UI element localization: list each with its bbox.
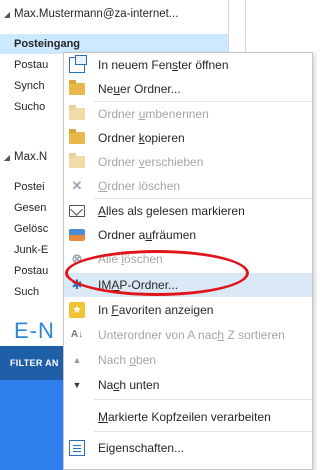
menu-item-open-new-window[interactable]: In neuem Fenster öffnen [64, 53, 312, 77]
mark-read-icon [69, 205, 85, 217]
account-header-2[interactable]: ◢ Max.N [0, 147, 47, 167]
favorites-star-icon: ★ [69, 302, 85, 318]
collapse-triangle-icon[interactable]: ◢ [0, 148, 14, 167]
menu-item-new-folder[interactable]: Neuer Ordner... [64, 77, 312, 101]
menu-item-move-folder[interactable]: Ordner verschieben [64, 150, 312, 174]
menu-item-clean-up-folder[interactable]: Ordner aufräumen [64, 223, 312, 247]
menu-item-process-headers[interactable]: Markierte Kopfzeilen verarbeiten [64, 405, 312, 429]
rename-folder-icon [69, 105, 85, 120]
menu-item-move-down[interactable]: ▼ Nach unten [64, 373, 312, 397]
menu-separator [94, 399, 312, 400]
menu-item-delete-all[interactable]: ⊗ Alle löschen [64, 247, 312, 271]
folder-posteingang[interactable]: Posteingang [0, 34, 228, 54]
delete-all-icon: ⊗ [71, 251, 83, 266]
filter-label[interactable]: FILTER AN [10, 358, 59, 368]
arrow-down-icon: ▼ [72, 380, 82, 390]
clean-up-icon [69, 229, 85, 241]
properties-icon [69, 440, 85, 456]
delete-folder-icon: ✕ [71, 178, 83, 193]
menu-item-move-up[interactable]: ▲ Nach oben [64, 348, 312, 372]
collapse-triangle-icon[interactable]: ◢ [0, 5, 14, 24]
menu-item-mark-all-read[interactable]: Alles als gelesen markieren [64, 199, 312, 223]
menu-item-delete-folder[interactable]: ✕ Ordner löschen [64, 174, 312, 198]
new-folder-icon [69, 80, 85, 95]
menu-item-copy-folder[interactable]: Ordner kopieren [64, 126, 312, 150]
menu-item-sort-subfolders[interactable]: A↓ Unterordner von A nach Z sortieren [64, 323, 312, 347]
menu-separator [94, 431, 312, 432]
folder-context-menu: In neuem Fenster öffnen Neuer Ordner... … [63, 52, 313, 470]
new-window-icon [69, 55, 87, 73]
copy-folder-icon [69, 129, 85, 144]
imap-gear-icon: ✱ [71, 277, 83, 292]
menu-item-imap-folder[interactable]: ✱ IMAP-Ordner... [64, 273, 312, 297]
account-header-1[interactable]: ◢ Max.Mustermann@za-internet... [0, 4, 179, 24]
arrow-up-icon: ▲ [72, 355, 82, 365]
menu-item-properties[interactable]: Eigenschaften... [64, 436, 312, 460]
menu-item-show-in-favorites[interactable]: ★ In Favoriten anzeigen [64, 298, 312, 322]
sort-az-icon: A↓ [70, 329, 84, 340]
move-folder-icon [69, 153, 85, 168]
menu-item-rename-folder[interactable]: Ordner umbenennen [64, 102, 312, 126]
enote-heading: E-N [14, 318, 55, 343]
